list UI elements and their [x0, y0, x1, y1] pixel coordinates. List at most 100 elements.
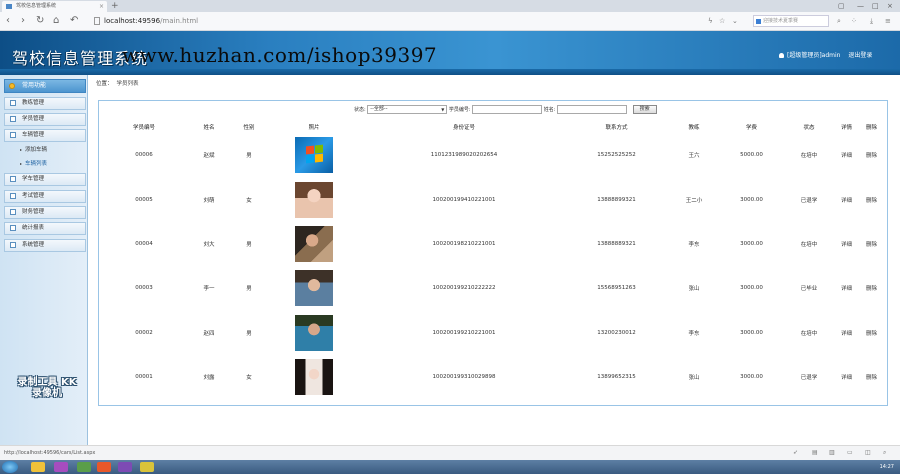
- settings-menu-icon[interactable]: ≡: [885, 16, 891, 26]
- search-input[interactable]: 迎接技术夏季赛: [753, 15, 829, 27]
- page-icon: [94, 17, 100, 25]
- vs-taskbar-icon[interactable]: [54, 462, 68, 472]
- bullet-icon: ▸: [20, 147, 23, 152]
- fee-cell: 3000.00: [740, 285, 763, 292]
- detail-link[interactable]: 详细: [834, 222, 859, 266]
- dropdown-icon[interactable]: ⌄: [732, 16, 738, 26]
- list-icon: [10, 209, 16, 215]
- download-icon[interactable]: ⤓: [870, 16, 873, 26]
- star-icon[interactable]: ☆: [719, 16, 725, 26]
- detail-link[interactable]: 详细: [834, 355, 859, 399]
- forward-icon[interactable]: ›: [21, 15, 25, 27]
- lightning-icon[interactable]: ϟ: [708, 16, 713, 26]
- watermark-text: www.huzhan.com/ishop39397: [122, 43, 438, 67]
- explorer-taskbar-icon[interactable]: [140, 462, 154, 472]
- maximize-icon[interactable]: □: [872, 0, 879, 12]
- tab-close-icon[interactable]: ×: [99, 1, 104, 12]
- fee-cell: 3000.00: [740, 329, 763, 336]
- sidebar-item-exam[interactable]: 考试管理: [4, 190, 86, 203]
- sidebar-subitem-vehicle-list[interactable]: ▸ 车辆列表: [20, 160, 47, 168]
- idcard-cell: 100200199410221001: [432, 196, 496, 203]
- fee-cell: 5000.00: [740, 152, 763, 159]
- browser-statusbar: http://localhost:49596/cars/List.aspx ➶ …: [0, 445, 900, 460]
- minimize-icon[interactable]: —: [857, 0, 864, 12]
- sidebar-item-stats[interactable]: 统计报表: [4, 222, 86, 235]
- delete-link[interactable]: 删除: [859, 222, 884, 266]
- phone-cell: 13899652315: [597, 374, 636, 381]
- filter-bar: 状态: --全部-- ▼ 学员编号: 姓名: 搜索: [354, 105, 657, 117]
- idcard-cell: 100200198210221001: [432, 240, 496, 247]
- name-cell: 刘大: [203, 241, 215, 248]
- coach-cell: 张山: [688, 375, 700, 382]
- delete-link[interactable]: 删除: [859, 133, 884, 177]
- idcard-cell: 1101231989020202654: [430, 152, 498, 159]
- status-cell: 在培中: [800, 241, 818, 248]
- gender-cell: 男: [246, 330, 252, 337]
- browser-tabbar: 驾校信息管理系统 × + ▢ — □ ×: [0, 0, 900, 12]
- status-url: http://localhost:49596/cars/List.aspx: [4, 450, 96, 456]
- delete-link[interactable]: 删除: [859, 355, 884, 399]
- col-header: 照片: [308, 125, 320, 131]
- gender-cell: 男: [246, 286, 252, 293]
- doc-icon[interactable]: ▤: [812, 449, 818, 457]
- sidebar-item-finance[interactable]: 财务管理: [4, 206, 86, 219]
- close-window-icon[interactable]: ×: [887, 0, 893, 12]
- reload-icon[interactable]: ↻: [36, 15, 44, 27]
- status-cell: 已退学: [800, 375, 818, 382]
- search-icon[interactable]: ⌕: [837, 16, 841, 26]
- new-tab-button[interactable]: +: [111, 0, 119, 12]
- home-circle-icon: [9, 83, 15, 89]
- browser-tab[interactable]: 驾校信息管理系统 ×: [2, 1, 107, 12]
- student-number-input[interactable]: [472, 105, 543, 114]
- favicon-icon: [6, 4, 12, 9]
- sidebar-item-driving[interactable]: 学车管理: [4, 173, 86, 186]
- table-header-row: 学员编号 姓名 性别 照片 身份证号 联系方式 教练 学费 状态 详情 删除: [104, 121, 884, 133]
- menu-icon[interactable]: ▢: [838, 0, 845, 12]
- logout-link[interactable]: 退出登录: [848, 52, 872, 59]
- sidebar-item-vehicle[interactable]: 车辆管理: [4, 129, 86, 142]
- start-button-icon[interactable]: [2, 461, 18, 473]
- detail-link[interactable]: 详细: [834, 133, 859, 177]
- undo-icon[interactable]: ↶: [70, 15, 78, 27]
- student-number-cell: 00005: [135, 196, 153, 203]
- phone-cell: 13888899321: [597, 196, 636, 203]
- search-small-icon[interactable]: ⌕: [883, 449, 886, 457]
- status-select[interactable]: --全部-- ▼: [367, 105, 448, 114]
- back-icon[interactable]: ‹: [6, 15, 10, 27]
- coach-cell: 王六: [688, 153, 700, 160]
- col-header: 状态: [803, 125, 815, 131]
- grid-icon[interactable]: ⁘: [851, 16, 857, 26]
- sidebar-item-system[interactable]: 系统管理: [4, 239, 86, 252]
- browser-taskbar-icon[interactable]: [97, 462, 111, 472]
- student-number-cell: 00006: [135, 152, 153, 159]
- table-row: 00004 刘大 男 100200198210221001 13888889321 李东 3…: [104, 222, 884, 266]
- table-row: 00005 刘萌 女 100200199410221001 13888899321 王二小…: [104, 177, 884, 221]
- trash-icon[interactable]: ▥: [829, 449, 835, 457]
- rocket-icon[interactable]: ➶: [793, 449, 798, 457]
- status-cell: 在培中: [800, 153, 818, 160]
- delete-link[interactable]: 删除: [859, 266, 884, 310]
- detail-link[interactable]: 详细: [834, 311, 859, 355]
- app-taskbar-icon[interactable]: [77, 462, 91, 472]
- window-icon[interactable]: ▭: [847, 449, 853, 457]
- sidebar-header[interactable]: 常用功能: [4, 79, 86, 93]
- delete-link[interactable]: 删除: [859, 311, 884, 355]
- folder-taskbar-icon[interactable]: [31, 462, 45, 472]
- col-header: 姓名: [203, 125, 215, 131]
- detail-link[interactable]: 详细: [834, 266, 859, 310]
- vs2-taskbar-icon[interactable]: [118, 462, 132, 472]
- phone-cell: 13888889321: [597, 240, 636, 247]
- home-icon[interactable]: ⌂: [53, 15, 59, 27]
- sidebar-item-coach[interactable]: 教练管理: [4, 97, 86, 110]
- number-label: 学员编号:: [448, 107, 471, 113]
- search-button[interactable]: 搜索: [632, 105, 657, 114]
- name-input[interactable]: [557, 105, 628, 114]
- url-field[interactable]: localhost:49596/main.html: [104, 16, 198, 26]
- detail-link[interactable]: 详细: [834, 177, 859, 221]
- zoom-icon[interactable]: ◫: [865, 449, 871, 457]
- gender-cell: 男: [246, 241, 252, 248]
- sidebar-subitem-add-vehicle[interactable]: ▸ 添加车辆: [20, 146, 47, 154]
- sidebar-item-student[interactable]: 学员管理: [4, 113, 86, 126]
- photo-cell: [264, 133, 364, 177]
- delete-link[interactable]: 删除: [859, 177, 884, 221]
